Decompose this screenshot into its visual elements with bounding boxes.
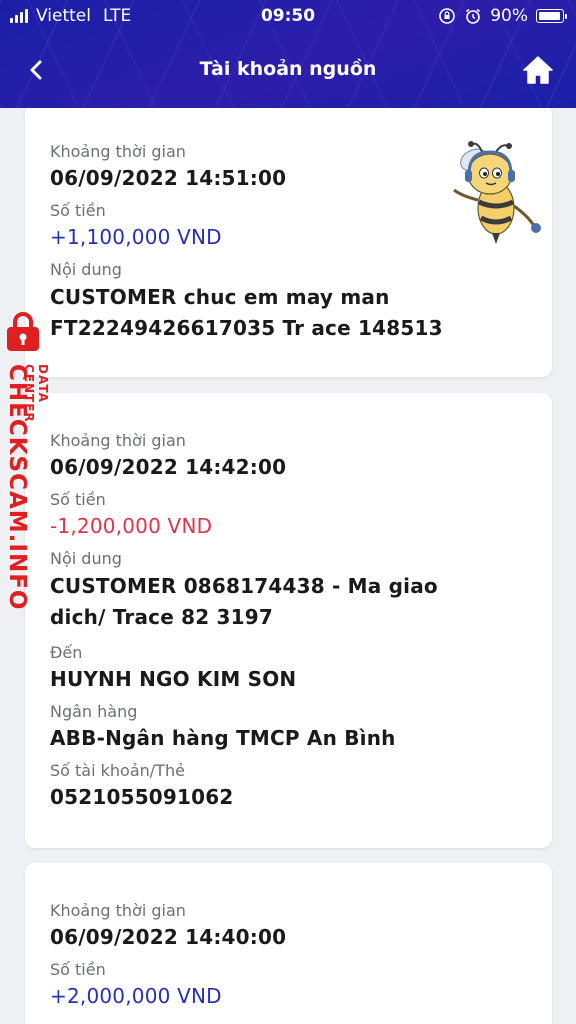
recipient-value: HUYNH NGO KIM SON: [50, 667, 297, 691]
page-title: Tài khoản nguồn: [199, 58, 377, 80]
account-label: Số tài khoản/Thẻ: [50, 761, 185, 780]
amount-value: +2,000,000 VND: [50, 984, 222, 1008]
content-value: CUSTOMER 0868174438 - Ma giao dich/ Trac…: [50, 571, 527, 633]
time-value: 06/09/2022 14:40:00: [50, 925, 287, 949]
status-right: 90%: [438, 6, 567, 26]
lock-icon: [7, 312, 39, 351]
content-label: Nội dung: [50, 549, 122, 568]
recipient-label: Đến: [50, 643, 83, 662]
amount-label: Số tiền: [50, 490, 106, 509]
watermark-subtext: DATA CENTER: [22, 364, 50, 423]
content-label: Nội dung: [50, 260, 122, 279]
app-header: Viettel LTE 09:50 90% Tài khoản nguồn: [0, 0, 576, 108]
bee-mascot-icon: [453, 141, 541, 244]
orientation-lock-icon: [439, 8, 456, 24]
content-line: CUSTOMER 0868174438 - Ma giao: [50, 574, 438, 598]
time-label: Khoảng thời gian: [50, 431, 186, 450]
content-line: CUSTOMER chuc em may man: [50, 285, 390, 309]
amount-label: Số tiền: [50, 960, 106, 979]
time-value: 06/09/2022 14:42:00: [50, 455, 287, 479]
content-value: CUSTOMER chuc em may man FT2224942661703…: [50, 282, 527, 344]
transaction-list[interactable]: Khoảng thời gian 06/09/2022 14:51:00 Số …: [0, 108, 576, 1024]
home-icon: [523, 56, 553, 84]
status-bar: Viettel LTE 09:50 90%: [0, 0, 576, 34]
account-value: 0521055091062: [50, 785, 234, 809]
content-line: dich/ Trace 82 3197: [50, 605, 273, 629]
battery-percent: 90%: [490, 6, 528, 26]
nav-bar: Tài khoản nguồn: [0, 44, 576, 96]
time-label: Khoảng thời gian: [50, 901, 186, 920]
transaction-card[interactable]: Khoảng thời gian 06/09/2022 14:42:00 Số …: [25, 393, 552, 848]
amount-value: -1,200,000 VND: [50, 514, 213, 538]
alarm-icon: [466, 8, 481, 24]
bank-label: Ngân hàng: [50, 702, 138, 721]
battery-icon: [536, 9, 567, 23]
home-button[interactable]: [518, 52, 558, 88]
content-line: FT22249426617035 Tr ace 148513: [50, 316, 443, 340]
transaction-card[interactable]: Khoảng thời gian 06/09/2022 14:51:00 Số …: [25, 108, 552, 377]
transaction-card[interactable]: Khoảng thời gian 06/09/2022 14:40:00 Số …: [25, 863, 552, 1024]
bank-value: ABB-Ngân hàng TMCP An Bình: [50, 726, 396, 750]
